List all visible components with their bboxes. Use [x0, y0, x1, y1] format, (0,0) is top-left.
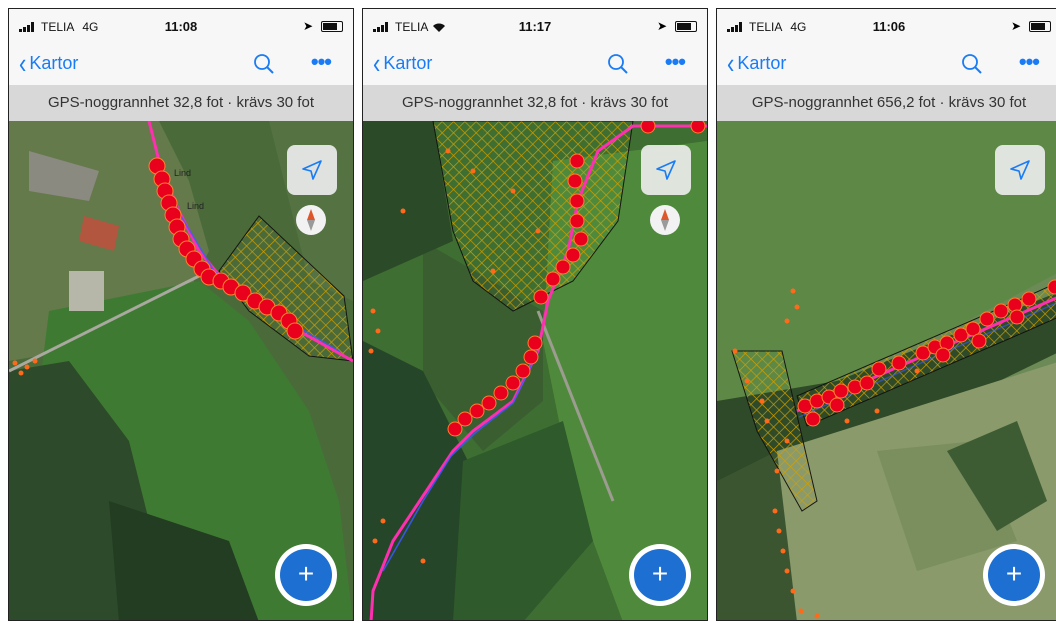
- map-place-label: Lind: [187, 201, 204, 211]
- status-bar: TELIA 4G 11:06 ➤: [717, 9, 1056, 45]
- compass-button[interactable]: [650, 205, 680, 235]
- add-button[interactable]: +: [983, 544, 1045, 606]
- status-bar: TELIA 4G 11:08 ➤: [9, 9, 353, 45]
- chevron-left-icon: ‹: [373, 46, 381, 80]
- location-services-icon: ➤: [656, 19, 667, 33]
- search-icon[interactable]: [253, 53, 275, 75]
- battery-icon: [1029, 20, 1051, 32]
- phone-screen-3: TELIA 4G 11:06 ➤ ‹ Kartor ••• GPS-noggra…: [716, 8, 1056, 621]
- location-services-icon: ➤: [302, 19, 313, 33]
- nav-bar: ‹ Kartor •••: [363, 45, 707, 85]
- status-time: 11:08: [164, 19, 198, 34]
- locate-button[interactable]: [995, 145, 1045, 195]
- location-arrow-icon: [1010, 160, 1030, 180]
- map-place-label: Lind: [174, 168, 191, 178]
- map-view[interactable]: +: [717, 121, 1056, 620]
- compass-icon: [307, 209, 315, 231]
- locate-button[interactable]: [641, 145, 691, 195]
- location-arrow-icon: [656, 160, 676, 180]
- nav-bar: ‹ Kartor •••: [9, 45, 353, 85]
- status-right: ➤: [657, 19, 697, 33]
- add-button[interactable]: +: [629, 544, 691, 606]
- status-bar: TELIA 11:17 ➤: [363, 9, 707, 45]
- search-icon[interactable]: [961, 53, 983, 75]
- gps-accuracy-banner: GPS-noggrannhet 32,8 fot · krävs 30 fot: [363, 85, 707, 121]
- status-right: ➤: [1011, 19, 1051, 33]
- plus-icon: +: [634, 549, 686, 601]
- back-button[interactable]: ‹ Kartor: [727, 46, 787, 80]
- nav-bar: ‹ Kartor •••: [717, 45, 1056, 85]
- chevron-left-icon: ‹: [19, 46, 27, 80]
- chevron-left-icon: ‹: [727, 46, 735, 80]
- more-icon[interactable]: •••: [665, 49, 686, 75]
- more-icon[interactable]: •••: [1019, 49, 1040, 75]
- compass-icon: [661, 209, 669, 231]
- gps-accuracy-banner: GPS-noggrannhet 32,8 fot · krävs 30 fot: [9, 85, 353, 121]
- back-label: Kartor: [29, 53, 79, 73]
- location-arrow-icon: [302, 160, 322, 180]
- status-time: 11:17: [518, 19, 552, 34]
- compass-button[interactable]: [296, 205, 326, 235]
- locate-button[interactable]: [287, 145, 337, 195]
- location-services-icon: ➤: [1010, 19, 1021, 33]
- map-view[interactable]: Lind Lind +: [9, 121, 353, 620]
- phone-screen-2: TELIA 11:17 ➤ ‹ Kartor ••• GPS-noggrannh…: [362, 8, 708, 621]
- plus-icon: +: [988, 549, 1040, 601]
- phone-screen-1: TELIA 4G 11:08 ➤ ‹ Kartor ••• GPS-noggra…: [8, 8, 354, 621]
- plus-icon: +: [280, 549, 332, 601]
- gps-accuracy-banner: GPS-noggrannhet 656,2 fot · krävs 30 fot: [717, 85, 1056, 121]
- back-label: Kartor: [383, 53, 433, 73]
- back-button[interactable]: ‹ Kartor: [373, 46, 433, 80]
- battery-icon: [675, 20, 697, 32]
- back-label: Kartor: [737, 53, 787, 73]
- more-icon[interactable]: •••: [311, 49, 332, 75]
- add-button[interactable]: +: [275, 544, 337, 606]
- status-time: 11:06: [872, 19, 906, 34]
- battery-icon: [321, 20, 343, 32]
- search-icon[interactable]: [607, 53, 629, 75]
- status-right: ➤: [303, 19, 343, 33]
- map-view[interactable]: +: [363, 121, 707, 620]
- back-button[interactable]: ‹ Kartor: [19, 46, 79, 80]
